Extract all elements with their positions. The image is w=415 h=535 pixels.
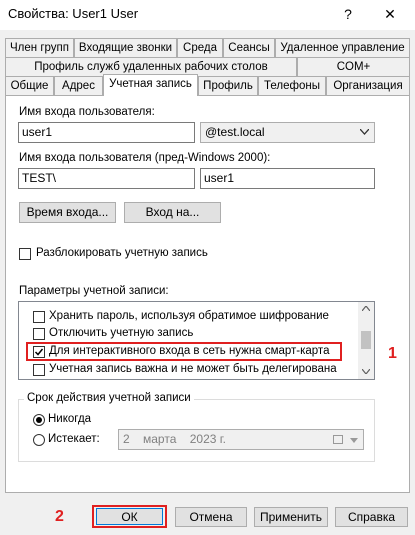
option-checkbox[interactable]	[33, 364, 45, 376]
tab-member-of[interactable]: Член групп	[5, 38, 74, 57]
close-icon[interactable]: ✕	[380, 4, 400, 24]
tab-com-plus[interactable]: COM+	[297, 57, 410, 76]
option-label: Хранить пароль, используя обратимое шифр…	[49, 310, 329, 322]
tab-general[interactable]: Общие	[5, 76, 54, 95]
tab-address[interactable]: Адрес	[54, 76, 103, 95]
help-button[interactable]: Справка	[335, 507, 408, 527]
option-checkbox[interactable]	[33, 328, 45, 340]
cancel-button[interactable]: Отмена	[175, 507, 247, 527]
tab-sessions[interactable]: Сеансы	[223, 38, 275, 57]
annotation-number-1: 1	[388, 345, 397, 362]
highlight-box	[26, 342, 342, 361]
annotation-number-2: 2	[55, 508, 64, 525]
logon-name-input[interactable]: user1	[18, 122, 195, 143]
scrollbar-thumb[interactable]	[361, 331, 371, 349]
tab-environment[interactable]: Среда	[177, 38, 223, 57]
option-checkbox[interactable]	[33, 311, 45, 323]
end-of-label: Истекает:	[48, 433, 100, 445]
option-label: Учетная запись важна и не может быть дел…	[49, 363, 337, 375]
tab-telephones[interactable]: Телефоны	[258, 76, 326, 95]
scroll-up-icon[interactable]	[362, 306, 370, 311]
tab-organization[interactable]: Организация	[326, 76, 410, 95]
end-of-radio[interactable]	[33, 434, 45, 446]
chevron-down-icon	[360, 129, 369, 135]
pre2000-label: Имя входа пользователя (пред-Windows 200…	[19, 152, 271, 164]
pre2000-domain-input[interactable]: TEST\	[18, 168, 195, 189]
tab-dial-in[interactable]: Входящие звонки	[74, 38, 177, 57]
option-label: Отключить учетную запись	[49, 327, 194, 339]
tab-remote-control[interactable]: Удаленное управление	[275, 38, 410, 57]
unlock-account-label: Разблокировать учетную запись	[36, 247, 208, 259]
ok-button[interactable]: ОК	[96, 508, 163, 525]
calendar-icon[interactable]	[333, 435, 343, 444]
apply-button[interactable]: Применить	[254, 507, 328, 527]
account-expires-label: Срок действия учетной записи	[24, 392, 194, 404]
options-scrollbar[interactable]	[358, 302, 374, 379]
account-options-label: Параметры учетной записи:	[19, 285, 169, 297]
never-radio[interactable]	[33, 414, 45, 426]
never-label: Никогда	[48, 413, 92, 425]
logon-hours-button[interactable]: Время входа...	[19, 202, 116, 223]
account-options-list[interactable]: Хранить пароль, используя обратимое шифр…	[18, 301, 375, 380]
tab-account[interactable]: Учетная запись	[103, 74, 198, 96]
upn-suffix-select[interactable]: @test.local	[200, 122, 375, 143]
scroll-down-icon[interactable]	[362, 369, 370, 374]
tab-profile[interactable]: Профиль	[198, 76, 258, 95]
pre2000-user-input[interactable]: user1	[200, 168, 375, 189]
unlock-account-checkbox[interactable]	[19, 248, 31, 260]
help-icon[interactable]: ?	[338, 4, 358, 24]
expire-date-value: 2 марта 2023 г.	[123, 432, 226, 446]
logon-to-button[interactable]: Вход на...	[124, 202, 221, 223]
window-title: Свойства: User1 User	[8, 6, 139, 21]
logon-name-label: Имя входа пользователя:	[19, 106, 155, 118]
upn-suffix-value: @test.local	[205, 125, 265, 139]
expire-date-picker[interactable]: 2 марта 2023 г.	[118, 429, 364, 450]
chevron-down-icon[interactable]	[350, 438, 358, 443]
radio-dot-icon	[36, 417, 42, 423]
title-bar: Свойства: User1 User ? ✕	[0, 0, 415, 30]
